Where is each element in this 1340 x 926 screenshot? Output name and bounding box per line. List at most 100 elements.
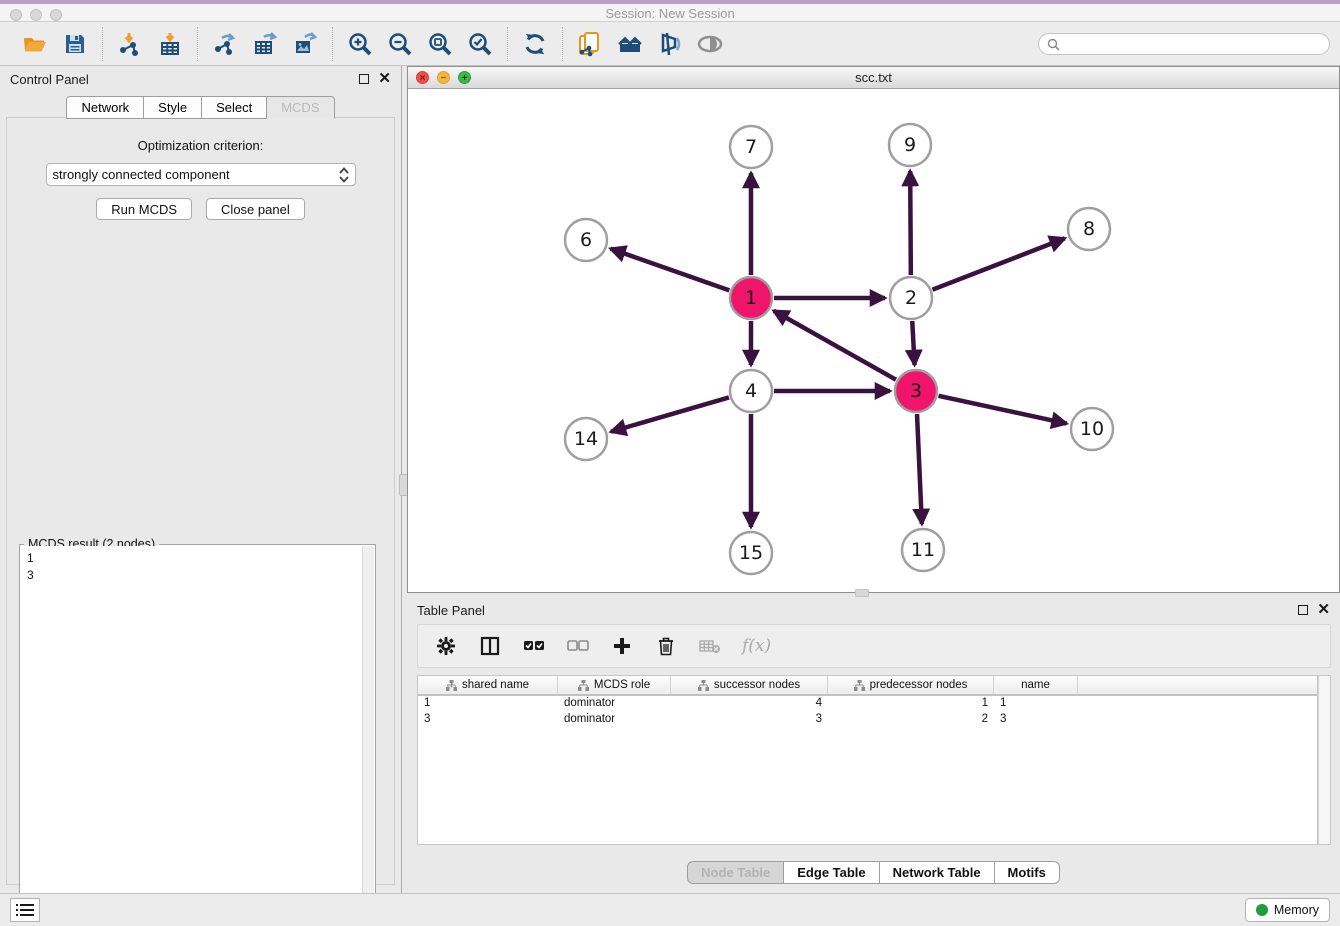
graph-node-label: 9 (904, 134, 916, 156)
graph-edge[interactable] (938, 396, 1066, 424)
open-session-icon[interactable] (18, 27, 52, 61)
table-cell[interactable]: 1 (418, 696, 558, 712)
columns-icon[interactable] (478, 634, 502, 658)
apply-layout-icon[interactable] (518, 27, 552, 61)
new-network-from-selection-icon[interactable] (573, 27, 607, 61)
main-toolbar (0, 22, 1340, 66)
network-canvas[interactable]: 7968124314101511 (408, 89, 1339, 592)
import-table-icon[interactable] (153, 27, 187, 61)
search-input[interactable] (1065, 37, 1321, 51)
tab-mcds[interactable]: MCDS (267, 96, 334, 119)
graph-edge[interactable] (912, 321, 914, 365)
result-line: 3 (27, 567, 356, 584)
column-header-predecessor-nodes[interactable]: predecessor nodes (828, 676, 994, 694)
export-table-icon[interactable] (248, 27, 282, 61)
column-header-name[interactable]: name (994, 676, 1078, 694)
tab-edge-table[interactable]: Edge Table (784, 861, 879, 884)
result-scrollbar[interactable] (362, 546, 374, 925)
graph-node-label: 7 (745, 136, 757, 158)
deselect-all-icon[interactable] (566, 634, 590, 658)
table-cell[interactable]: 1 (994, 696, 1078, 712)
table-row[interactable]: 1dominator411 (418, 696, 1317, 712)
table-tabs: Node Table Edge Table Network Table Moti… (407, 861, 1340, 884)
graph-node-label: 4 (745, 380, 757, 402)
graph-edge[interactable] (611, 249, 730, 291)
graph-edge[interactable] (932, 238, 1064, 289)
import-network-icon[interactable] (113, 27, 147, 61)
network-window-titlebar[interactable]: × − + scc.txt (408, 67, 1339, 89)
first-neighbors-icon[interactable] (613, 27, 647, 61)
zoom-out-icon[interactable] (383, 27, 417, 61)
graph-node-label: 14 (574, 428, 598, 450)
float-panel-icon[interactable] (359, 74, 369, 84)
zoom-selected-icon[interactable] (463, 27, 497, 61)
table-header-row: shared name MCDS role successor nodes pr… (418, 676, 1317, 696)
table-row[interactable]: 3dominator323 (418, 712, 1317, 728)
graph-edge[interactable] (917, 414, 922, 524)
settings-icon[interactable] (434, 634, 458, 658)
select-all-icon[interactable] (522, 634, 546, 658)
run-mcds-button[interactable]: Run MCDS (96, 198, 192, 220)
table-cell[interactable]: 3 (671, 712, 828, 728)
graph-edge[interactable] (910, 171, 911, 275)
table-cell[interactable]: 1 (828, 696, 994, 712)
zoom-fit-icon[interactable] (423, 27, 457, 61)
column-header-mcds-role[interactable]: MCDS role (558, 676, 671, 694)
close-panel-icon[interactable]: ✕ (378, 74, 391, 84)
graph-node-label: 10 (1080, 418, 1104, 440)
optimization-criterion-label: Optimization criterion: (7, 138, 394, 153)
table-toolbar: f(x) (417, 624, 1331, 668)
column-header-shared-name[interactable]: shared name (418, 676, 558, 694)
table-cell[interactable]: dominator (558, 712, 671, 728)
tab-motifs[interactable]: Motifs (995, 861, 1060, 884)
save-session-icon[interactable] (58, 27, 92, 61)
delete-row-icon[interactable] (654, 634, 678, 658)
tab-network[interactable]: Network (66, 96, 144, 119)
tab-style[interactable]: Style (144, 96, 202, 119)
table-cell[interactable]: dominator (558, 696, 671, 712)
column-header-successor-nodes[interactable]: successor nodes (671, 676, 828, 694)
criterion-dropdown[interactable]: strongly connected component (46, 163, 356, 186)
table-cell[interactable]: 3 (994, 712, 1078, 728)
close-panel-button[interactable]: Close panel (206, 198, 305, 220)
tab-node-table[interactable]: Node Table (687, 861, 784, 884)
horizontal-divider-grip[interactable] (855, 589, 869, 597)
graph-edge[interactable] (611, 397, 729, 431)
attribute-icon (578, 680, 589, 691)
graph-node-label: 1 (745, 287, 757, 309)
list-icon (16, 903, 34, 917)
table-cell[interactable]: 4 (671, 696, 828, 712)
tab-select[interactable]: Select (202, 96, 267, 119)
graph-node-label: 8 (1083, 218, 1095, 240)
network-graph[interactable]: 7968124314101511 (408, 89, 1339, 592)
tab-network-table[interactable]: Network Table (880, 861, 995, 884)
mcds-tab-content: Optimization criterion: strongly connect… (6, 117, 395, 885)
graph-node-label: 11 (911, 539, 935, 561)
float-table-panel-icon[interactable] (1298, 605, 1308, 615)
table-scrollbar[interactable] (1318, 675, 1331, 845)
table-cell[interactable]: 2 (828, 712, 994, 728)
zoom-in-icon[interactable] (343, 27, 377, 61)
export-network-icon[interactable] (208, 27, 242, 61)
graph-edge[interactable] (774, 311, 896, 380)
memory-button[interactable]: Memory (1245, 898, 1330, 922)
close-table-panel-icon[interactable]: ✕ (1317, 605, 1330, 615)
table-panel-title: Table Panel (417, 603, 1298, 618)
result-line: 1 (27, 550, 356, 567)
delete-table-icon (698, 634, 722, 658)
titlebar: Session: New Session (0, 0, 1340, 22)
export-image-icon[interactable] (288, 27, 322, 61)
table-panel: Table Panel ✕ (407, 597, 1340, 893)
window-title: Session: New Session (0, 6, 1340, 21)
chevron-up-down-icon (339, 167, 349, 183)
control-panel-title: Control Panel (10, 72, 359, 87)
annotation-icon[interactable] (653, 27, 687, 61)
table-cell[interactable]: 3 (418, 712, 558, 728)
task-history-button[interactable] (10, 898, 40, 922)
search-field (1038, 33, 1330, 55)
add-row-icon[interactable] (610, 634, 634, 658)
hide-details-icon[interactable] (693, 27, 727, 61)
mcds-result-textarea[interactable]: 1 3 (21, 546, 362, 925)
control-panel-tabs: Network Style Select MCDS (0, 96, 401, 119)
mcds-result-fieldset: MCDS result (2 nodes) 1 3 (19, 544, 376, 926)
